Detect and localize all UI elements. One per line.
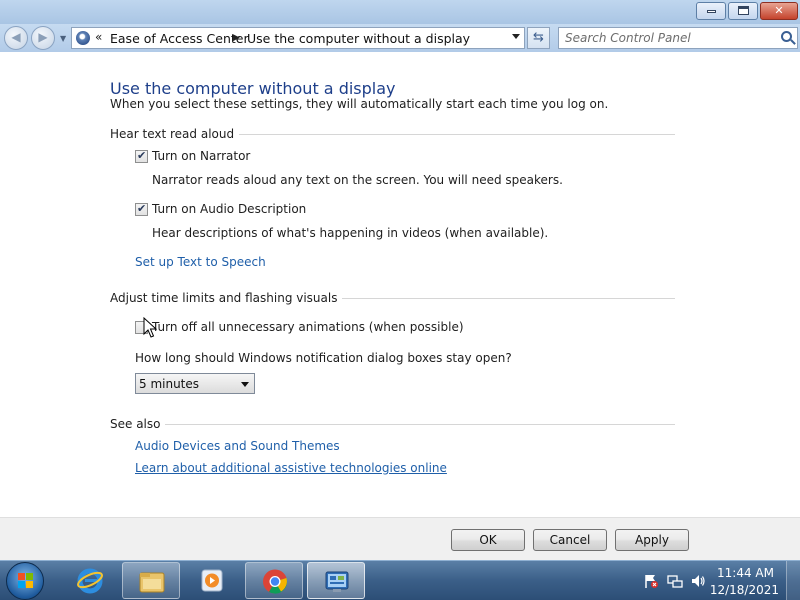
breadcrumb-ease-of-access[interactable]: Ease of Access Center <box>110 31 249 46</box>
taskbar-chrome[interactable] <box>245 562 303 599</box>
divider <box>342 297 675 299</box>
notification-duration-question: How long should Windows notification dia… <box>135 351 512 365</box>
search-icon[interactable] <box>781 31 792 42</box>
audio-description-description: Hear descriptions of what's happening in… <box>152 226 549 240</box>
back-button[interactable]: ◀ <box>4 26 28 50</box>
chrome-icon <box>263 569 288 594</box>
network-icon[interactable] <box>667 573 683 589</box>
group-see-also: See also <box>110 417 675 431</box>
cancel-button[interactable]: Cancel <box>533 529 607 551</box>
close-icon: ✕ <box>774 4 784 17</box>
divider <box>165 423 675 425</box>
taskbar: 11:44 AM 12/18/2021 <box>0 560 800 600</box>
breadcrumb-current-page[interactable]: Use the computer without a display <box>247 31 470 46</box>
group-time-limits: Adjust time limits and flashing visuals <box>110 291 675 305</box>
group-title: See also <box>110 417 161 431</box>
back-arrow-icon: ◀ <box>11 30 21 44</box>
audio-description-label[interactable]: Turn on Audio Description <box>152 202 306 216</box>
windows-logo-icon <box>18 573 34 589</box>
mouse-cursor-icon <box>143 317 157 338</box>
minimize-icon <box>706 10 716 13</box>
assistive-technologies-link[interactable]: Learn about additional assistive technol… <box>135 461 447 475</box>
volume-icon[interactable] <box>690 573 706 589</box>
maximize-icon <box>737 6 749 15</box>
chevron-right-icon[interactable]: ▶ <box>233 33 240 43</box>
audio-description-option[interactable]: Turn on Audio Description <box>135 202 306 216</box>
audio-description-checkbox[interactable] <box>135 202 148 216</box>
control-panel-icon <box>325 571 349 592</box>
taskbar-control-panel[interactable] <box>307 562 365 599</box>
search-input[interactable] <box>565 29 775 47</box>
clock-date[interactable]: 12/18/2021 <box>710 583 779 597</box>
control-panel-icon <box>76 31 90 45</box>
text-to-speech-link[interactable]: Set up Text to Speech <box>135 255 266 269</box>
animations-option[interactable]: Turn off all unnecessary animations (whe… <box>135 320 464 334</box>
group-hear-text: Hear text read aloud <box>110 127 675 141</box>
action-center-flag-icon[interactable] <box>643 573 659 589</box>
dropdown-arrow-icon <box>241 382 249 387</box>
animations-label[interactable]: Turn off all unnecessary animations (whe… <box>152 320 464 334</box>
show-desktop-button[interactable] <box>786 561 800 600</box>
dialog-button-bar: OK Cancel Apply <box>0 517 800 560</box>
apply-button[interactable]: Apply <box>615 529 689 551</box>
taskbar-windows-explorer[interactable] <box>122 562 180 599</box>
minimize-button[interactable] <box>696 2 726 20</box>
start-button[interactable] <box>6 562 44 600</box>
folder-icon <box>139 572 165 593</box>
notification-duration-select[interactable]: 5 minutes <box>135 373 255 394</box>
taskbar-media-player[interactable] <box>183 562 241 599</box>
address-bar[interactable]: « Ease of Access Center ▶ Use the comput… <box>71 27 525 49</box>
group-title: Hear text read aloud <box>110 127 235 141</box>
page-subtitle: When you select these settings, they wil… <box>110 97 609 111</box>
narrator-option[interactable]: Turn on Narrator <box>135 149 250 163</box>
refresh-icon: ⇆ <box>533 30 544 45</box>
audio-devices-link[interactable]: Audio Devices and Sound Themes <box>135 439 340 453</box>
media-player-icon <box>201 569 223 592</box>
maximize-button[interactable] <box>728 2 758 20</box>
forward-arrow-icon: ▶ <box>38 30 48 44</box>
narrator-description: Narrator reads aloud any text on the scr… <box>152 173 563 187</box>
title-bar: ✕ <box>0 0 800 24</box>
page-title: Use the computer without a display <box>110 79 396 98</box>
search-box[interactable] <box>558 27 798 49</box>
address-dropdown-icon[interactable] <box>512 34 520 39</box>
main-content: Use the computer without a display When … <box>0 52 800 517</box>
window-controls: ✕ <box>694 2 798 20</box>
chevron-double-left-icon[interactable]: « <box>95 30 102 44</box>
group-title: Adjust time limits and flashing visuals <box>110 291 338 305</box>
selected-duration: 5 minutes <box>139 377 200 391</box>
narrator-checkbox[interactable] <box>135 149 148 163</box>
refresh-button[interactable]: ⇆ <box>527 27 550 49</box>
recent-pages-dropdown-icon[interactable]: ▼ <box>60 34 66 43</box>
ok-button[interactable]: OK <box>451 529 525 551</box>
narrator-label[interactable]: Turn on Narrator <box>152 149 250 163</box>
close-button[interactable]: ✕ <box>760 2 798 20</box>
forward-button[interactable]: ▶ <box>31 26 55 50</box>
taskbar-internet-explorer[interactable] <box>61 562 119 599</box>
internet-explorer-icon <box>77 568 103 594</box>
clock-time[interactable]: 11:44 AM <box>717 566 774 580</box>
system-tray: 11:44 AM 12/18/2021 <box>640 561 800 600</box>
navigation-bar: ◀ ▶ ▼ « Ease of Access Center ▶ Use the … <box>0 24 800 52</box>
divider <box>239 133 675 135</box>
